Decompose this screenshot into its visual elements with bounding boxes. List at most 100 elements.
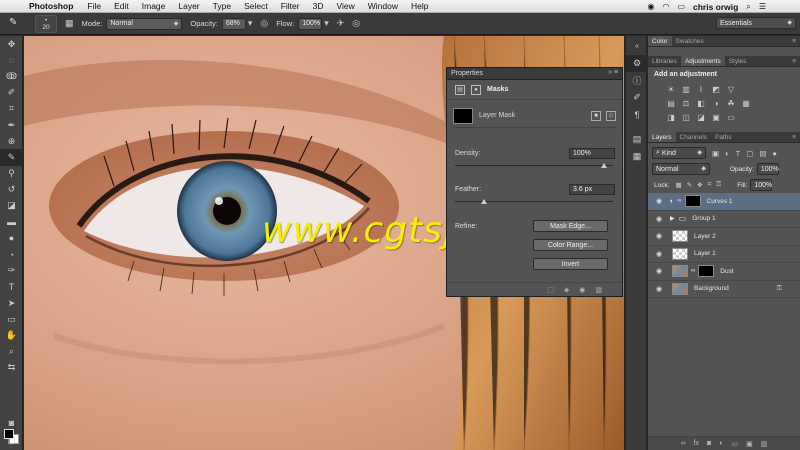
zoom-tool-icon[interactable]: ⌕ xyxy=(0,344,23,360)
filter-type-icon[interactable]: T xyxy=(736,149,741,158)
lock-pixels-icon[interactable]: ✎ xyxy=(687,181,692,189)
brush-preset-picker[interactable]: • 20 xyxy=(35,14,57,33)
foreground-color-swatch[interactable] xyxy=(4,429,14,439)
eyedropper-tool-icon[interactable]: ✒ xyxy=(0,117,23,133)
wifi-icon[interactable]: ◠ xyxy=(662,2,669,11)
layer-style-icon[interactable]: fx xyxy=(694,440,699,447)
menu-file[interactable]: File xyxy=(87,1,101,11)
menu-image[interactable]: Image xyxy=(142,1,166,11)
marquee-tool-icon[interactable]: ◌ xyxy=(0,52,23,68)
tab-adjustments[interactable]: Adjustments xyxy=(680,56,725,66)
quick-select-tool-icon[interactable]: ✐ xyxy=(0,85,23,101)
tab-paths[interactable]: Paths xyxy=(711,132,736,142)
brush-tool-icon[interactable]: ✎ xyxy=(0,149,23,166)
filter-toggle-icon[interactable]: ● xyxy=(772,149,777,158)
swap-colors-icon[interactable]: ⇆ xyxy=(0,360,23,376)
airbrush-icon[interactable]: ✈ xyxy=(337,18,345,29)
brush-panel-icon[interactable]: ▦ xyxy=(65,18,74,29)
paragraph-dock-icon[interactable]: ¶ xyxy=(626,106,648,123)
flow-slider-icon[interactable]: ▾ xyxy=(324,18,329,29)
menu-layer[interactable]: Layer xyxy=(178,1,199,11)
layer-name[interactable]: Dust xyxy=(720,268,733,275)
collapse-icon[interactable]: « xyxy=(626,38,648,55)
eraser-tool-icon[interactable]: ◪ xyxy=(0,198,23,214)
menu-type[interactable]: Type xyxy=(213,1,231,11)
toggle-visibility-icon[interactable]: ◉ xyxy=(579,286,585,294)
channel-mixer-icon[interactable]: ☘ xyxy=(726,98,736,108)
color-lookup-icon[interactable]: ▦ xyxy=(741,98,751,108)
invert-adjust-icon[interactable]: ◨ xyxy=(666,112,676,122)
blur-tool-icon[interactable]: ● xyxy=(0,230,23,246)
lock-transparent-icon[interactable]: ▦ xyxy=(676,181,682,189)
new-group-icon[interactable]: ▭ xyxy=(732,440,739,448)
brightness-icon[interactable]: ☀ xyxy=(666,84,676,94)
history-dock-icon[interactable]: ▤ xyxy=(626,131,648,148)
visibility-eye-icon[interactable]: ◉ xyxy=(652,285,666,293)
battery-icon[interactable]: ▭ xyxy=(677,2,685,11)
invert-button[interactable]: Invert xyxy=(533,258,608,270)
new-adjustment-icon[interactable]: ◐ xyxy=(719,440,723,447)
move-tool-icon[interactable]: ✥ xyxy=(0,36,23,52)
apply-mask-icon[interactable]: ◈ xyxy=(564,286,569,294)
opacity-slider-icon[interactable]: ▾ xyxy=(248,18,253,29)
layer-row-curves[interactable]: ◉ ◐ ∞ Curves 1 xyxy=(648,193,800,211)
menu-edit[interactable]: Edit xyxy=(114,1,129,11)
hue-saturation-icon[interactable]: ▤ xyxy=(666,98,676,108)
delete-icon[interactable]: ▥ xyxy=(595,286,602,294)
posterize-icon[interactable]: ◫ xyxy=(681,112,691,122)
pressure-opacity-icon[interactable]: ◎ xyxy=(260,18,268,29)
panel-menu-icon[interactable]: ≡ xyxy=(792,36,796,47)
curves-icon[interactable]: ⌇ xyxy=(696,84,706,94)
brush-tool-icon[interactable]: ✎ xyxy=(9,17,27,31)
shape-tool-icon[interactable]: ▭ xyxy=(0,311,23,327)
blend-mode-select[interactable]: Normal ◆ xyxy=(652,163,710,175)
history-brush-tool-icon[interactable]: ↺ xyxy=(0,182,23,198)
layer-name[interactable]: Layer 1 xyxy=(694,250,716,257)
link-layers-icon[interactable]: ∞ xyxy=(681,440,686,447)
visibility-eye-icon[interactable]: ◉ xyxy=(652,215,666,223)
lock-artboard-icon[interactable]: ⌗ xyxy=(708,181,712,189)
tab-styles[interactable]: Styles xyxy=(725,56,751,66)
layer-mask-thumbnail[interactable] xyxy=(684,195,701,208)
app-name[interactable]: Photoshop xyxy=(29,1,73,11)
panel-menu-icon[interactable]: ≡ xyxy=(792,132,796,143)
link-icon[interactable]: ∞ xyxy=(691,268,695,274)
tab-layers[interactable]: Layers xyxy=(648,132,676,142)
properties-titlebar[interactable]: Properties » ≡ xyxy=(447,68,622,80)
adjustment-props-icon[interactable]: ▤ xyxy=(455,84,465,95)
feather-input[interactable]: 3.6 px xyxy=(569,184,615,195)
tab-libraries[interactable]: Libraries xyxy=(648,56,681,66)
fill-input[interactable]: 100% xyxy=(750,179,773,191)
visibility-eye-icon[interactable]: ◉ xyxy=(652,232,666,240)
exposure-icon[interactable]: ◩ xyxy=(711,84,721,94)
gradient-tool-icon[interactable]: ▬ xyxy=(0,214,23,230)
visibility-eye-icon[interactable]: ◉ xyxy=(652,197,666,205)
mask-edge-button[interactable]: Mask Edge... xyxy=(533,220,608,232)
new-layer-icon[interactable]: ▣ xyxy=(746,440,753,448)
brush-dock-icon[interactable]: ✐ xyxy=(626,89,648,106)
layer-row-dust[interactable]: ◉ ∞ Dust xyxy=(648,263,800,281)
filter-smart-icon[interactable]: ▤ xyxy=(759,149,766,158)
expand-arrow-icon[interactable]: ▶ xyxy=(670,215,675,222)
menu-view[interactable]: View xyxy=(336,1,354,11)
user-name[interactable]: chris orwig xyxy=(693,2,738,12)
swatches-dock-icon[interactable]: ▦ xyxy=(626,148,648,165)
flow-input[interactable]: 100% xyxy=(298,17,323,30)
menu-select[interactable]: Select xyxy=(244,1,268,11)
photo-filter-icon[interactable]: ◑ xyxy=(711,98,721,108)
layer-row-layer2[interactable]: ◉ Layer 2 xyxy=(648,228,800,246)
layer-opacity-input[interactable]: 100% xyxy=(756,163,779,175)
vector-mask-icon[interactable]: ◇ xyxy=(606,110,616,121)
gradient-map-icon[interactable]: ▭ xyxy=(726,112,736,122)
layer-row-layer1[interactable]: ◉ Layer 1 xyxy=(648,246,800,263)
layer-row-group[interactable]: ◉ ▶ ▭ Group 1 xyxy=(648,211,800,228)
creative-cloud-icon[interactable]: ◉ xyxy=(647,2,654,11)
color-balance-icon[interactable]: ⚖ xyxy=(681,98,691,108)
tab-swatches[interactable]: Swatches xyxy=(672,36,708,46)
link-icon[interactable]: ∞ xyxy=(677,198,681,204)
filter-shape-icon[interactable]: ▢ xyxy=(746,149,753,158)
workspace-select[interactable]: Essentials ◆ xyxy=(716,17,796,29)
feather-slider-handle[interactable] xyxy=(481,199,487,204)
filter-adjustment-icon[interactable]: ◐ xyxy=(725,149,730,158)
visibility-eye-icon[interactable]: ◉ xyxy=(652,250,666,258)
